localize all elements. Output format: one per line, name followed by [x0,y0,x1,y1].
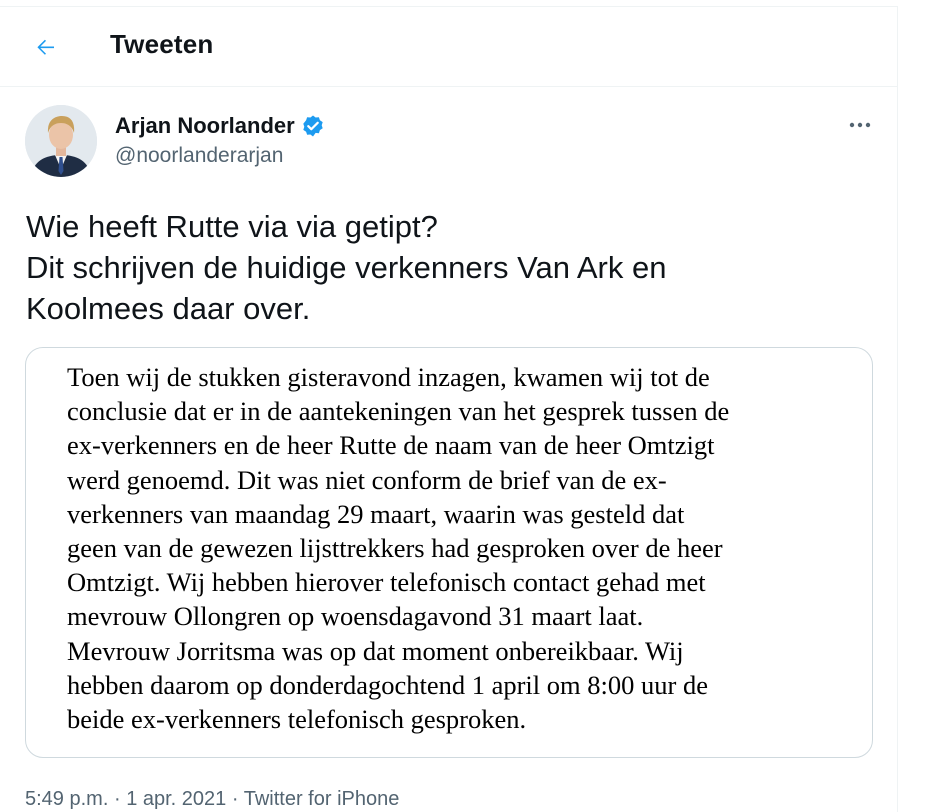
tweet-text-line: Koolmees daar over. [26,291,311,326]
tweet-text: Wie heeft Rutte via via getipt? Dit schr… [26,206,866,329]
header-divider [0,86,897,87]
tweet-source[interactable]: Twitter for iPhone [244,788,400,810]
author-name[interactable]: Arjan Noorlander [115,113,325,139]
back-button[interactable] [27,28,65,66]
more-options-button[interactable] [842,110,878,140]
page-title: Tweeten [110,29,214,59]
tweet-text-line: Dit schrijven de huidige verkenners Van … [26,250,667,285]
tweet-text-line: Wie heeft Rutte via via getipt? [26,209,438,244]
arrow-left-icon [37,39,54,55]
image-text-line: conclusie dat er in de aantekeningen van… [67,396,730,427]
image-text-line: hebben daarom op donderdagochtend 1 apri… [67,669,708,700]
image-document-text: Toen wij de stukken gisteravond inzagen,… [67,360,857,736]
image-text-line: mevrouw Ollongren op woensdagavond 31 ma… [67,601,644,632]
author-name-text: Arjan Noorlander [115,113,295,138]
tweet-date[interactable]: 1 apr. 2021 [126,788,226,810]
tweet-metadata: 5:49 p.m. · 1 apr. 2021 · Twitter for iP… [25,788,399,811]
verified-badge-icon [303,115,323,137]
tweet-time[interactable]: 5:49 p.m. [25,788,108,810]
avatar[interactable] [25,105,97,177]
page-header: Tweeten [0,7,897,87]
image-text-line: Mevrouw Jorritsma was op dat moment onbe… [67,635,684,666]
column-border [897,6,898,812]
image-text-line: Omtzigt. Wij hebben hierover telefonisch… [67,567,706,598]
image-text-line: geen van de gewezen lijsttrekkers had ge… [67,533,723,564]
tweet-image[interactable]: Toen wij de stukken gisteravond inzagen,… [25,347,873,758]
more-horizontal-icon [849,122,871,128]
image-text-line: ex-verkenners en de heer Rutte de naam v… [67,430,715,461]
image-text-line: verkenners van maandag 29 maart, waarin … [67,498,685,529]
meta-separator: · [113,788,121,810]
image-text-line: beide ex-verkenners telefonisch gesproke… [67,704,527,735]
author-handle[interactable]: @noorlanderarjan [115,144,283,168]
avatar-image [25,105,97,177]
image-text-line: werd genoemd. Dit was niet conform de br… [67,464,667,495]
image-text-line: Toen wij de stukken gisteravond inzagen,… [67,362,710,392]
meta-separator: · [231,788,239,810]
